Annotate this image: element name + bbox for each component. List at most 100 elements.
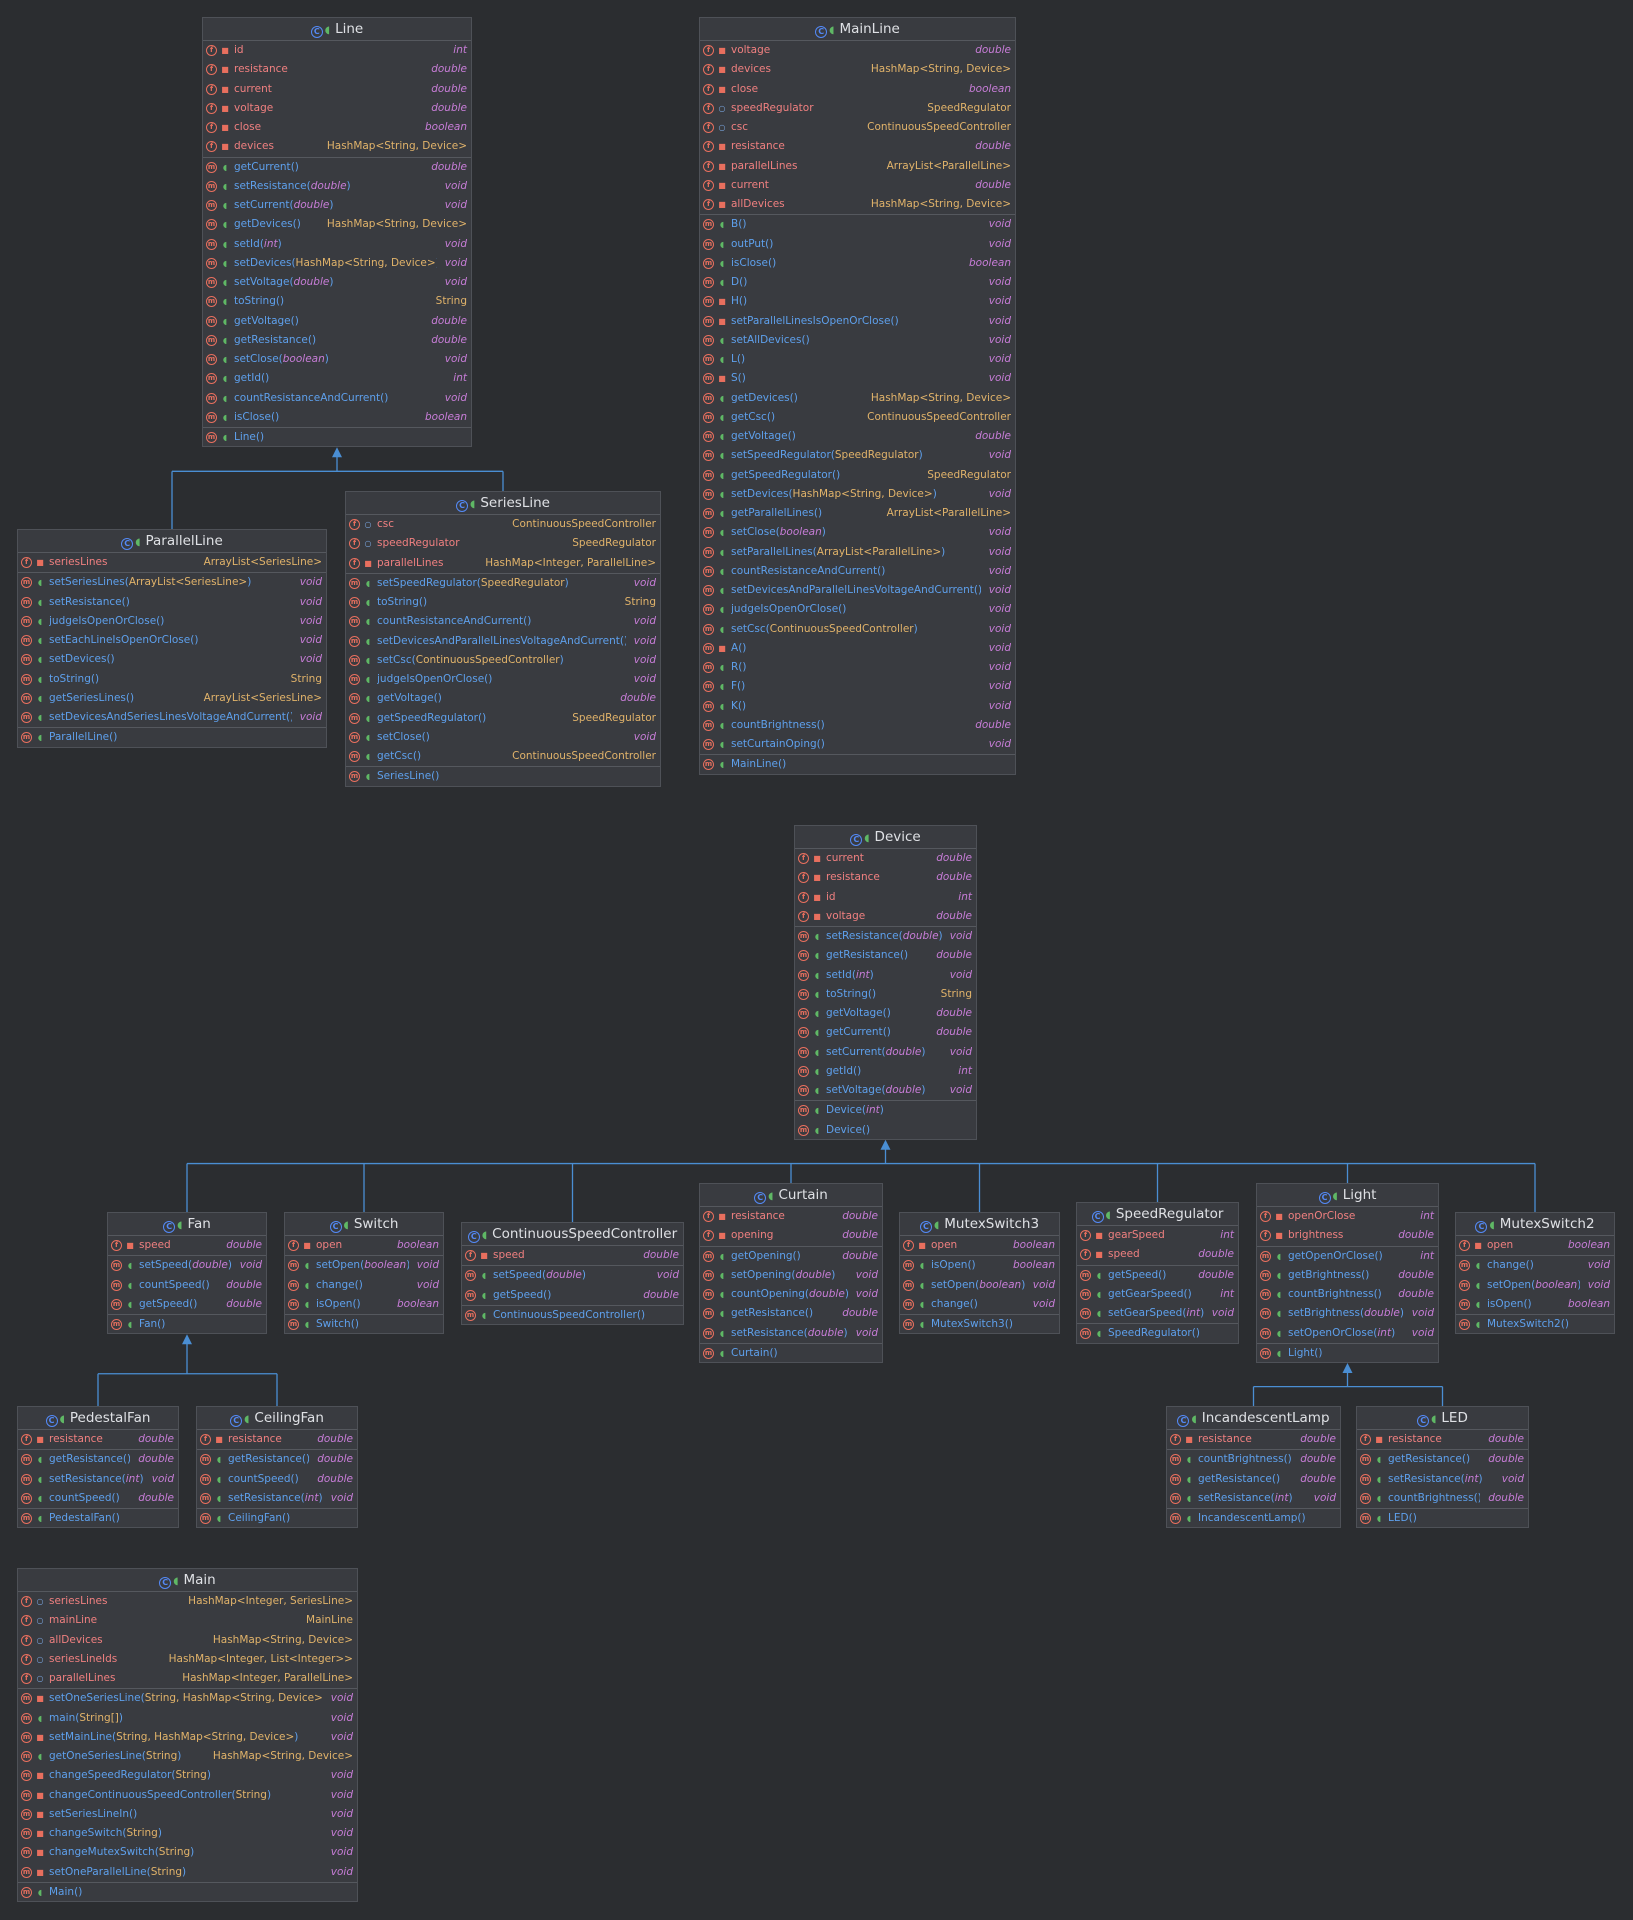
- class-header[interactable]: C ◖ PedestalFan: [18, 1407, 178, 1429]
- field-row[interactable]: f ■ openOrClose int: [1257, 1207, 1438, 1226]
- class-pedestal-fan[interactable]: C ◖ PedestalFan f ■ resistance double m ◖ getResi…: [17, 1406, 179, 1529]
- field-row[interactable]: f ■ speed double: [1077, 1245, 1238, 1264]
- method-row[interactable]: m ◖ change() void: [900, 1295, 1059, 1314]
- constructor-row[interactable]: m ◖ Device(int): [795, 1101, 976, 1120]
- method-row[interactable]: m ◖ getCurrent() double: [203, 158, 471, 177]
- field-row[interactable]: f ○ csc ContinuousSpeedController: [700, 118, 1015, 137]
- method-row[interactable]: m ◖ toString() String: [795, 985, 976, 1004]
- method-row[interactable]: m ◖ countResistanceAndCurrent() void: [203, 389, 471, 408]
- method-row[interactable]: m ◖ isClose() boolean: [700, 254, 1015, 273]
- method-row[interactable]: m ◖ getSpeedRegulator() SpeedRegulator: [700, 466, 1015, 485]
- method-row[interactable]: m ■ changeMutexSwitch(String) void: [18, 1843, 357, 1862]
- method-row[interactable]: m ◖ countSpeed() double: [197, 1470, 357, 1489]
- method-row[interactable]: m ◖ getVoltage() double: [700, 427, 1015, 446]
- field-row[interactable]: f ○ parallelLines HashMap<Integer, Parallel…: [18, 1669, 357, 1688]
- class-main-line[interactable]: C ◖ MainLine f ■ voltage double f ■ devices HashMa…: [699, 17, 1016, 775]
- method-row[interactable]: m ◖ change() void: [285, 1276, 443, 1295]
- method-row[interactable]: m ◖ F() void: [700, 677, 1015, 696]
- class-led[interactable]: C ◖ LED f ■ resistance double m ◖ getResistance()…: [1356, 1406, 1529, 1529]
- method-row[interactable]: m ◖ K() void: [700, 697, 1015, 716]
- field-row[interactable]: f ■ close boolean: [203, 118, 471, 137]
- method-row[interactable]: m ◖ setSpeedRegulator(SpeedRegulator) void: [700, 446, 1015, 465]
- method-row[interactable]: m ◖ setResistance(int) void: [1357, 1470, 1528, 1489]
- method-row[interactable]: m ◖ getResistance() double: [1357, 1450, 1528, 1469]
- method-row[interactable]: m ◖ isOpen() boolean: [285, 1295, 443, 1314]
- class-mutex-switch3[interactable]: C ◖ MutexSwitch3 f ■ open boolean m ◖ isOpen() boo…: [899, 1212, 1060, 1335]
- constructor-row[interactable]: m ◖ Device(): [795, 1121, 976, 1140]
- method-row[interactable]: m ◖ countBrightness() double: [1357, 1489, 1528, 1508]
- constructor-row[interactable]: m ◖ LED(): [1357, 1509, 1528, 1528]
- field-row[interactable]: f ■ gearSpeed int: [1077, 1226, 1238, 1245]
- method-row[interactable]: m ◖ countOpening(double) void: [700, 1285, 882, 1304]
- method-row[interactable]: m ◖ setCsc(ContinuousSpeedController) void: [700, 620, 1015, 639]
- method-row[interactable]: m ■ setOneParallelLine(String) void: [18, 1863, 357, 1882]
- method-row[interactable]: m ◖ setResistance(double) void: [203, 177, 471, 196]
- method-row[interactable]: m ◖ getCsc() ContinuousSpeedController: [346, 747, 660, 766]
- constructor-row[interactable]: m ◖ SpeedRegulator(): [1077, 1324, 1238, 1343]
- method-row[interactable]: m ◖ getId() int: [203, 369, 471, 388]
- field-row[interactable]: f ■ parallelLines HashMap<Integer, Parallel…: [346, 554, 660, 573]
- method-row[interactable]: m ◖ setOpen(boolean) void: [900, 1276, 1059, 1295]
- method-row[interactable]: m ◖ setDevicesAndParallelLinesVoltageAndCu…: [346, 632, 660, 651]
- constructor-row[interactable]: m ◖ Line(): [203, 428, 471, 447]
- method-row[interactable]: m ◖ setCurrent(double) void: [795, 1043, 976, 1062]
- method-row[interactable]: m ◖ getVoltage() double: [203, 312, 471, 331]
- constructor-row[interactable]: m ◖ Light(): [1257, 1344, 1438, 1363]
- method-row[interactable]: m ◖ setId(int) void: [795, 966, 976, 985]
- class-header[interactable]: C ◖ MainLine: [700, 18, 1015, 40]
- method-row[interactable]: m ◖ setSpeed(double) void: [108, 1256, 266, 1275]
- field-row[interactable]: f ○ csc ContinuousSpeedController: [346, 515, 660, 534]
- method-row[interactable]: m ■ setSeriesLineIn() void: [18, 1805, 357, 1824]
- method-row[interactable]: m ■ H() void: [700, 292, 1015, 311]
- field-row[interactable]: f ■ allDevices HashMap<String, Device>: [700, 195, 1015, 214]
- method-row[interactable]: m ◖ countBrightness() double: [1167, 1450, 1340, 1469]
- class-header[interactable]: C ◖ Switch: [285, 1213, 443, 1235]
- method-row[interactable]: m ◖ countResistanceAndCurrent() void: [346, 612, 660, 631]
- method-row[interactable]: m ◖ getResistance() double: [1167, 1470, 1340, 1489]
- method-row[interactable]: m ◖ toString() String: [203, 292, 471, 311]
- field-row[interactable]: f ■ brightness double: [1257, 1226, 1438, 1245]
- method-row[interactable]: m ◖ change() void: [1456, 1256, 1614, 1275]
- method-row[interactable]: m ◖ setOpen(boolean) void: [285, 1256, 443, 1275]
- method-row[interactable]: m ◖ setResistance(double) void: [700, 1324, 882, 1343]
- field-row[interactable]: f ■ voltage double: [700, 41, 1015, 60]
- field-row[interactable]: f ■ id int: [795, 888, 976, 907]
- method-row[interactable]: m ◖ getCsc() ContinuousSpeedController: [700, 408, 1015, 427]
- constructor-row[interactable]: m ◖ ParallelLine(): [18, 728, 326, 747]
- method-row[interactable]: m ■ A() void: [700, 639, 1015, 658]
- method-row[interactable]: m ◖ setDevices(HashMap<String, Device>) voi…: [203, 254, 471, 273]
- constructor-row[interactable]: m ◖ Fan(): [108, 1315, 266, 1334]
- field-row[interactable]: f ■ open boolean: [285, 1236, 443, 1255]
- class-header[interactable]: C ◖ Fan: [108, 1213, 266, 1235]
- constructor-row[interactable]: m ◖ MutexSwitch3(): [900, 1315, 1059, 1334]
- method-row[interactable]: m ◖ getSpeed() double: [108, 1295, 266, 1314]
- method-row[interactable]: m ◖ getResistance() double: [700, 1304, 882, 1323]
- method-row[interactable]: m ◖ getSpeed() double: [462, 1286, 683, 1305]
- method-row[interactable]: m ◖ getSpeed() double: [1077, 1266, 1238, 1285]
- method-row[interactable]: m ◖ countBrightness() double: [700, 716, 1015, 735]
- field-row[interactable]: f ○ speedRegulator SpeedRegulator: [700, 99, 1015, 118]
- method-row[interactable]: m ■ setParallelLinesIsOpenOrClose() void: [700, 312, 1015, 331]
- class-header[interactable]: C ◖ MutexSwitch2: [1456, 1213, 1614, 1235]
- field-row[interactable]: f ■ close boolean: [700, 80, 1015, 99]
- method-row[interactable]: m ■ changeSpeedRegulator(String) void: [18, 1766, 357, 1785]
- method-row[interactable]: m ◖ setResistance(int) void: [197, 1489, 357, 1508]
- method-row[interactable]: m ◖ setEachLineIsOpenOrClose() void: [18, 631, 326, 650]
- method-row[interactable]: m ◖ isClose() boolean: [203, 408, 471, 427]
- method-row[interactable]: m ◖ toString() String: [18, 670, 326, 689]
- class-ceiling-fan[interactable]: C ◖ CeilingFan f ■ resistance double m ◖ getResis…: [196, 1406, 358, 1529]
- field-row[interactable]: f ■ resistance double: [1357, 1430, 1528, 1449]
- field-row[interactable]: f ■ voltage double: [203, 99, 471, 118]
- field-row[interactable]: f ■ resistance double: [18, 1430, 178, 1449]
- method-row[interactable]: m ◖ setId(int) void: [203, 235, 471, 254]
- method-row[interactable]: m ◖ setAllDevices() void: [700, 331, 1015, 350]
- method-row[interactable]: m ◖ setCurrent(double) void: [203, 196, 471, 215]
- method-row[interactable]: m ◖ setVoltage(double) void: [203, 273, 471, 292]
- method-row[interactable]: m ◖ getVoltage() double: [795, 1004, 976, 1023]
- constructor-row[interactable]: m ◖ ContinuousSpeedController(): [462, 1306, 683, 1325]
- field-row[interactable]: f ○ seriesLines HashMap<Integer, SeriesLine…: [18, 1592, 357, 1611]
- method-row[interactable]: m ◖ getOpening() double: [700, 1247, 882, 1266]
- method-row[interactable]: m ◖ setCsc(ContinuousSpeedController) void: [346, 651, 660, 670]
- method-row[interactable]: m ◖ judgeIsOpenOrClose() void: [346, 670, 660, 689]
- field-row[interactable]: f ○ speedRegulator SpeedRegulator: [346, 534, 660, 553]
